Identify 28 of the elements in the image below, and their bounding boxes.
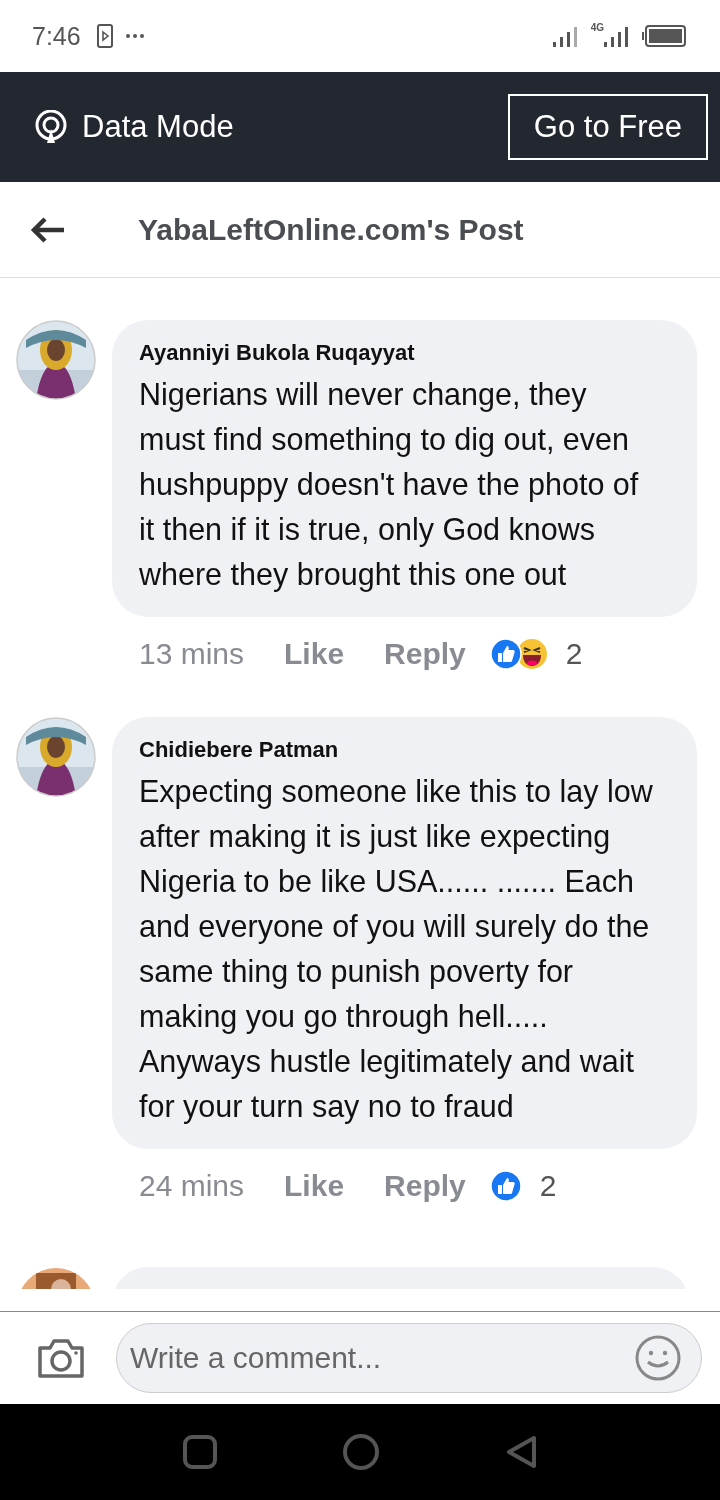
broadcast-icon <box>34 110 68 144</box>
recent-apps-icon[interactable] <box>182 1434 218 1470</box>
reaction-count[interactable]: 2 <box>539 1169 557 1203</box>
reaction-count[interactable]: 2 <box>565 637 583 671</box>
back-icon[interactable] <box>504 1434 538 1470</box>
comment-text: Expecting someone like this to lay low after making it is just like expecting Nigeria to be like USA...... ....... Each and everyone of you will surely do the same thing to punish poverty for making you go through hell..... Anyways hustle legitimately and wait for your turn say no to fraud <box>139 773 654 1126</box>
home-icon[interactable] <box>342 1433 380 1471</box>
back-arrow-icon[interactable] <box>30 215 66 244</box>
like-reaction-icon <box>489 1170 522 1202</box>
comment-time: 24 mins <box>139 1169 245 1203</box>
status-time: 7:46 <box>32 21 81 51</box>
like-reaction-icon <box>489 638 522 670</box>
comment-text: Nigerians will never change, they must find something to dig out, even hushpuppy doesn't have the photo of it then if it is true, only God knows where they brought this one out <box>139 376 640 594</box>
go-to-free-button[interactable]: Go to Free <box>507 94 708 160</box>
comment-input[interactable]: Write a comment... <box>116 1323 702 1393</box>
network-label: 4G <box>590 22 604 33</box>
comment-author[interactable]: Chidiebere Patman <box>139 737 657 763</box>
emoji-icon[interactable] <box>634 1334 682 1382</box>
signal-icon <box>604 25 630 47</box>
mode-label: Data Mode <box>82 109 234 145</box>
media-icon <box>96 24 113 48</box>
comment-author[interactable]: Ayanniyi Bukola Ruqayyat <box>139 340 657 366</box>
battery-icon <box>642 25 686 47</box>
camera-icon[interactable] <box>36 1336 86 1380</box>
signal-icon <box>552 25 579 47</box>
more-icon <box>124 33 145 39</box>
comment-time: 13 mins <box>139 637 245 671</box>
post-title: YabaLeftOnline.com's Post <box>138 212 524 247</box>
